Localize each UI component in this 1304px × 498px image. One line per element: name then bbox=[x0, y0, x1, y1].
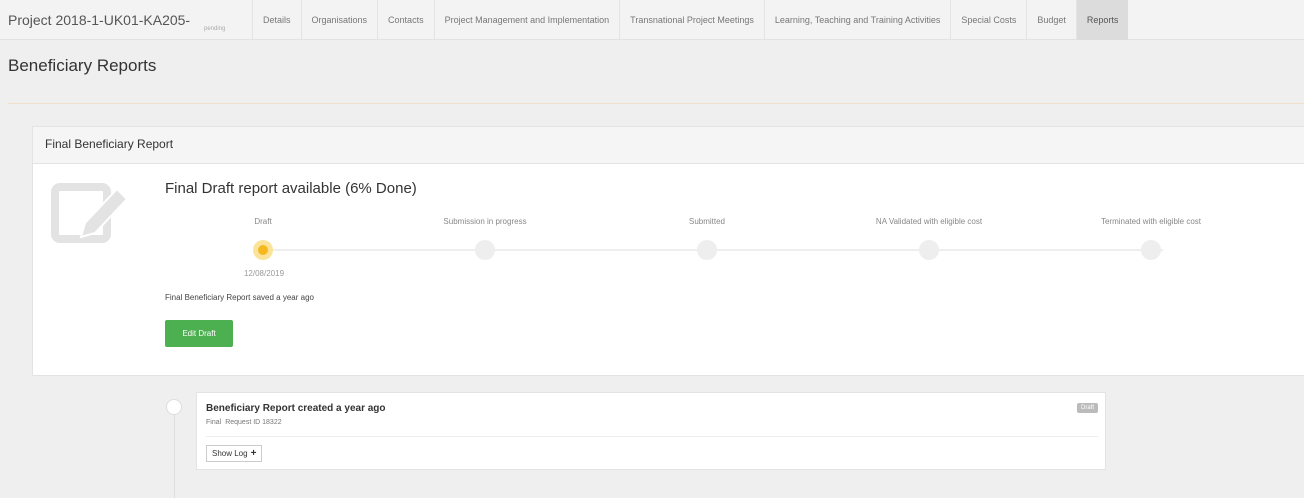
step-dot-terminated bbox=[1141, 240, 1161, 260]
tab-budget[interactable]: Budget bbox=[1026, 0, 1076, 40]
panel-header: Final Beneficiary Report bbox=[33, 127, 1304, 164]
step-label-terminated: Terminated with eligible cost bbox=[1100, 217, 1202, 226]
top-nav-bar: Project 2018-1-UK01-KA205- pending Detai… bbox=[0, 0, 1304, 40]
saved-status-text: Final Beneficiary Report saved a year ag… bbox=[165, 293, 314, 302]
timeline-line bbox=[174, 410, 175, 498]
tab-organisations[interactable]: Organisations bbox=[300, 0, 378, 40]
header-divider bbox=[8, 103, 1304, 104]
edit-draft-button[interactable]: Edit Draft bbox=[165, 320, 233, 347]
step-label-submitted: Submitted bbox=[688, 217, 726, 226]
step-label-na-validated: NA Validated with eligible cost bbox=[875, 217, 983, 226]
tab-details[interactable]: Details bbox=[252, 0, 301, 40]
tab-project-management[interactable]: Project Management and Implementation bbox=[433, 0, 620, 40]
step-label-submission-in-progress: Submission in progress bbox=[443, 217, 527, 226]
step-dot-submitted bbox=[697, 240, 717, 260]
project-status-text: pending bbox=[204, 26, 226, 32]
plus-icon: + bbox=[250, 448, 257, 459]
tab-transnational-meetings[interactable]: Transnational Project Meetings bbox=[619, 0, 764, 40]
tab-reports[interactable]: Reports bbox=[1075, 0, 1129, 40]
step-dot-draft bbox=[253, 240, 273, 260]
project-tabs: Details Organisations Contacts Project M… bbox=[252, 0, 1129, 40]
tab-contacts[interactable]: Contacts bbox=[377, 0, 434, 40]
edit-document-icon bbox=[51, 183, 129, 243]
timeline-entry-title: Beneficiary Report created a year ago bbox=[206, 403, 386, 414]
status-badge: Draft bbox=[1076, 403, 1098, 413]
page-title: Beneficiary Reports bbox=[8, 56, 157, 75]
timeline-entry-card: Beneficiary Report created a year ago Dr… bbox=[196, 392, 1106, 470]
step-dot-submission-in-progress bbox=[475, 240, 495, 260]
step-label-draft: Draft bbox=[254, 217, 272, 226]
timeline-separator bbox=[206, 436, 1098, 437]
step-date-draft: 12/08/2019 bbox=[243, 269, 285, 278]
tab-learning-activities[interactable]: Learning, Teaching and Training Activiti… bbox=[763, 0, 950, 40]
report-status-title: Final Draft report available (6% Done) bbox=[165, 180, 417, 197]
show-log-label: Show Log bbox=[212, 449, 248, 458]
tab-special-costs[interactable]: Special Costs bbox=[950, 0, 1026, 40]
project-title: Project 2018-1-UK01-KA205- bbox=[8, 12, 191, 28]
show-log-button[interactable]: Show Log + bbox=[206, 445, 263, 462]
step-dot-na-validated bbox=[919, 240, 939, 260]
timeline-dot bbox=[166, 399, 182, 415]
timeline-entry-meta: Final Request ID 18322 bbox=[206, 419, 282, 426]
final-report-panel: Final Beneficiary Report Final Draft rep… bbox=[32, 126, 1304, 376]
report-type: Final bbox=[206, 419, 222, 426]
request-id: Request ID 18322 bbox=[225, 419, 282, 426]
